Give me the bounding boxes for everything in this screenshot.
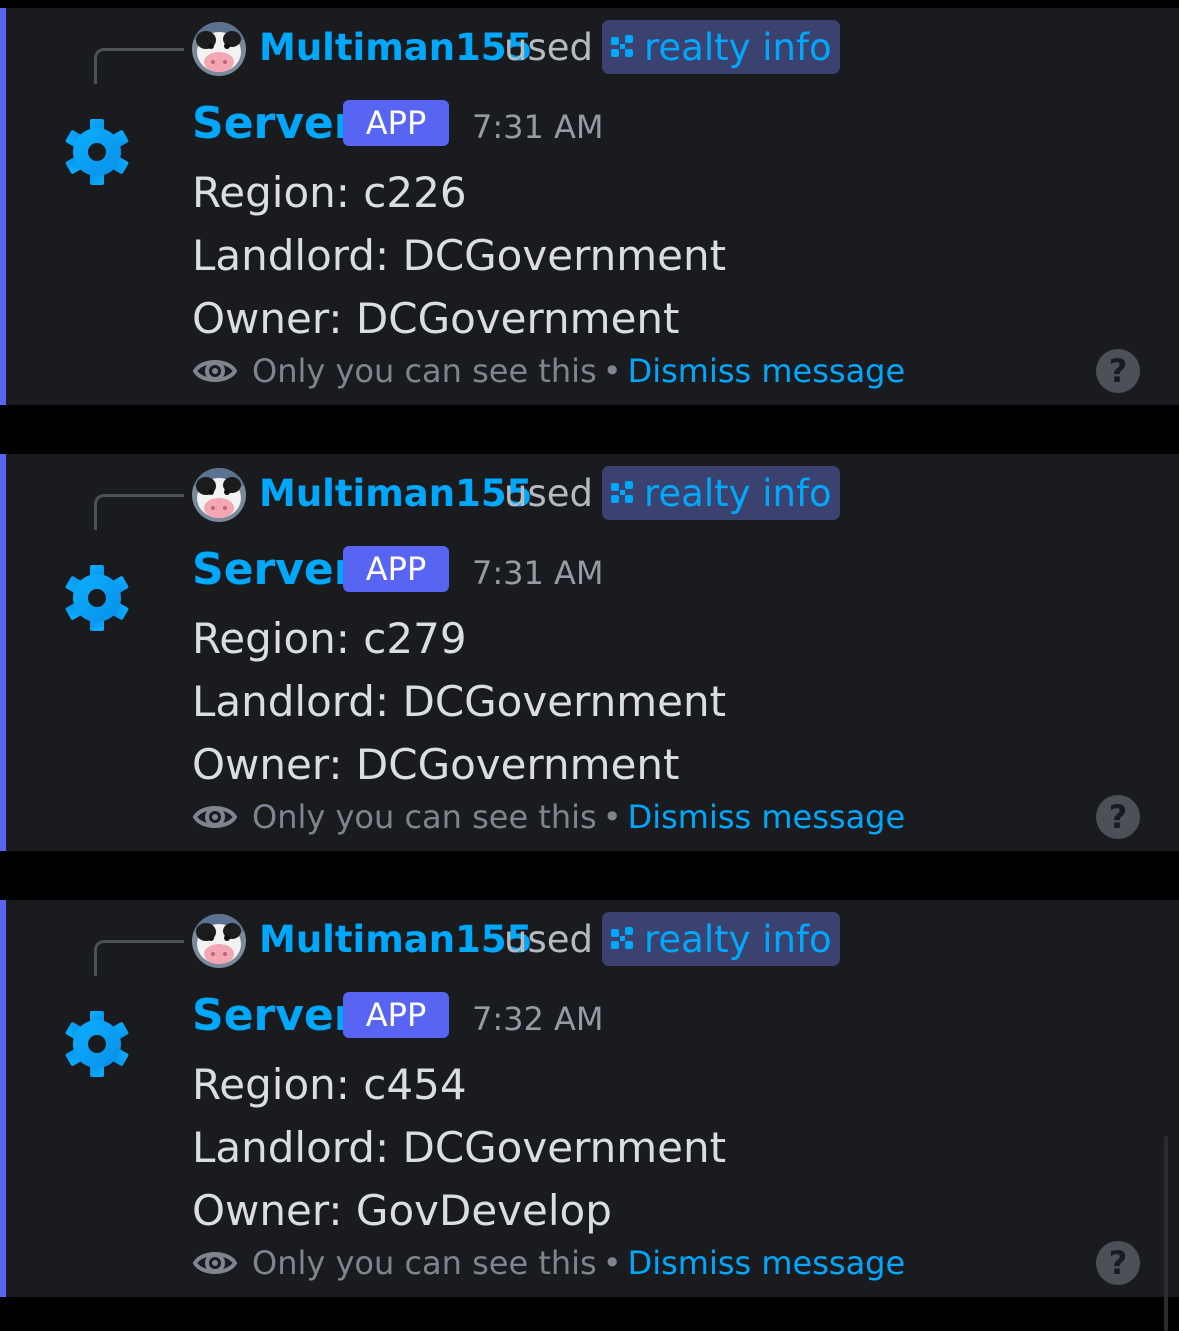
scrollbar[interactable] bbox=[1164, 1136, 1168, 1331]
reply-username[interactable]: Multiman155 bbox=[259, 472, 532, 515]
ephemeral-notice: Only you can see this • Dismiss message bbox=[192, 1240, 905, 1286]
user-avatar[interactable] bbox=[192, 914, 246, 968]
author-name[interactable]: Server bbox=[192, 544, 355, 595]
reply-verb: used bbox=[504, 918, 593, 961]
owner-line: Owner: GovDevelop bbox=[192, 1186, 612, 1235]
landlord-line: Landlord: DCGovernment bbox=[192, 677, 727, 726]
owner-line: Owner: DCGovernment bbox=[192, 740, 680, 789]
gear-icon[interactable] bbox=[63, 564, 131, 632]
help-icon[interactable]: ? bbox=[1096, 349, 1140, 393]
landlord-line: Landlord: DCGovernment bbox=[192, 231, 727, 280]
ephemeral-notice: Only you can see this • Dismiss message bbox=[192, 348, 905, 394]
region-line: Region: c279 bbox=[192, 614, 467, 663]
command-label: realty info bbox=[644, 917, 832, 961]
region-line: Region: c226 bbox=[192, 168, 467, 217]
author-name[interactable]: Server bbox=[192, 990, 355, 1041]
help-icon[interactable]: ? bbox=[1096, 795, 1140, 839]
timestamp: 7:32 AM bbox=[472, 1000, 604, 1038]
message[interactable]: Multiman155 used realty info Server APP … bbox=[0, 454, 1179, 851]
message[interactable]: Multiman155 used realty info Server APP … bbox=[0, 8, 1179, 405]
reply-verb: used bbox=[504, 26, 593, 69]
app-badge: APP bbox=[343, 992, 449, 1038]
eye-icon bbox=[192, 1240, 238, 1286]
command-icon bbox=[608, 478, 638, 508]
help-icon[interactable]: ? bbox=[1096, 1241, 1140, 1285]
dismiss-message-link[interactable]: Dismiss message bbox=[628, 798, 906, 836]
ephemeral-text: Only you can see this bbox=[252, 1244, 597, 1282]
separator-dot: • bbox=[602, 1244, 622, 1282]
message[interactable]: Multiman155 used realty info Server APP … bbox=[0, 900, 1179, 1297]
gear-icon[interactable] bbox=[63, 1010, 131, 1078]
ephemeral-notice: Only you can see this • Dismiss message bbox=[192, 794, 905, 840]
eye-icon bbox=[192, 794, 238, 840]
user-avatar[interactable] bbox=[192, 468, 246, 522]
gear-icon[interactable] bbox=[63, 118, 131, 186]
command-icon bbox=[608, 32, 638, 62]
reply-verb: used bbox=[504, 472, 593, 515]
reply-connector bbox=[94, 940, 184, 976]
command-chip[interactable]: realty info bbox=[602, 912, 840, 966]
chat-screen: Multiman155 used realty info Server APP … bbox=[0, 0, 1179, 1331]
dismiss-message-link[interactable]: Dismiss message bbox=[628, 352, 906, 390]
landlord-line: Landlord: DCGovernment bbox=[192, 1123, 727, 1172]
command-icon bbox=[608, 924, 638, 954]
command-label: realty info bbox=[644, 471, 832, 515]
timestamp: 7:31 AM bbox=[472, 108, 604, 146]
command-chip[interactable]: realty info bbox=[602, 466, 840, 520]
reply-connector bbox=[94, 48, 184, 84]
dismiss-message-link[interactable]: Dismiss message bbox=[628, 1244, 906, 1282]
command-label: realty info bbox=[644, 25, 832, 69]
author-name[interactable]: Server bbox=[192, 98, 355, 149]
command-chip[interactable]: realty info bbox=[602, 20, 840, 74]
owner-line: Owner: DCGovernment bbox=[192, 294, 680, 343]
eye-icon bbox=[192, 348, 238, 394]
app-badge: APP bbox=[343, 100, 449, 146]
ephemeral-text: Only you can see this bbox=[252, 352, 597, 390]
reply-connector bbox=[94, 494, 184, 530]
user-avatar[interactable] bbox=[192, 22, 246, 76]
region-line: Region: c454 bbox=[192, 1060, 467, 1109]
separator-dot: • bbox=[602, 352, 622, 390]
separator-dot: • bbox=[602, 798, 622, 836]
reply-username[interactable]: Multiman155 bbox=[259, 26, 532, 69]
reply-username[interactable]: Multiman155 bbox=[259, 918, 532, 961]
app-badge: APP bbox=[343, 546, 449, 592]
ephemeral-text: Only you can see this bbox=[252, 798, 597, 836]
timestamp: 7:31 AM bbox=[472, 554, 604, 592]
